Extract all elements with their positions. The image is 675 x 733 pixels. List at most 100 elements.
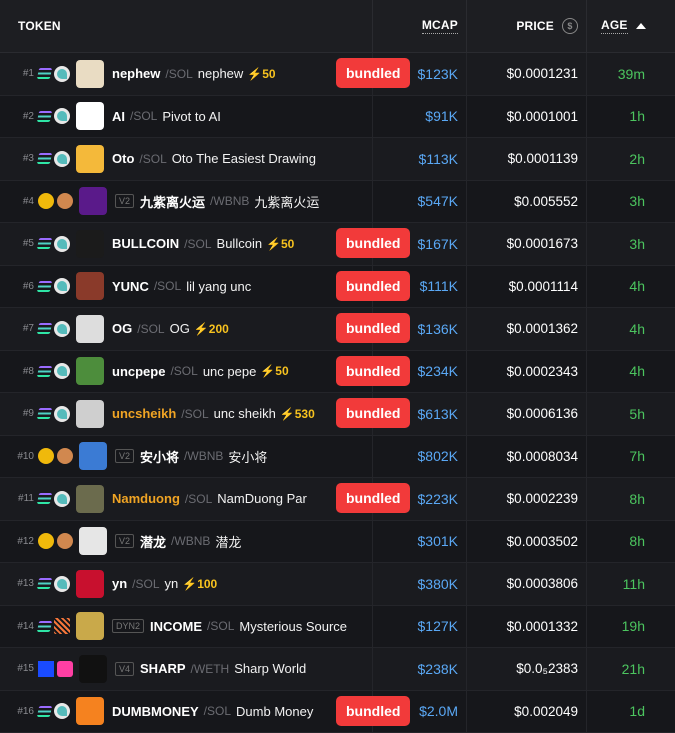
dex-icon [54, 236, 70, 252]
bundled-badge[interactable]: bundled [336, 398, 410, 428]
token-cell[interactable]: #13yn/SOLyn⚡100 [0, 563, 372, 605]
dex-icon [54, 618, 70, 634]
chain-icon [38, 193, 54, 209]
bundled-badge[interactable]: bundled [336, 483, 410, 513]
chain-icon [37, 621, 52, 632]
token-ticker: YUNC [112, 279, 149, 294]
price-cell: $0.0₅2383 [466, 648, 586, 690]
bundled-badge[interactable]: bundled [336, 271, 410, 301]
header-age-label: AGE [601, 18, 628, 34]
token-name: Pivot to AI [162, 109, 221, 124]
token-cell[interactable]: #10V2安小将/WBNB安小将 [0, 436, 372, 478]
token-name: yn [165, 576, 179, 591]
chain-icon [37, 68, 52, 79]
bundled-badge[interactable]: bundled [336, 58, 410, 88]
header-price[interactable]: PRICE $ [466, 0, 586, 52]
token-cell[interactable]: #5BULLCOIN/SOLBullcoin⚡50bundled [0, 223, 372, 265]
age-cell: 3h [586, 223, 675, 265]
token-cell[interactable]: #11Namduong/SOLNamDuong Parbundled [0, 478, 372, 520]
token-name: 潜龙 [215, 532, 241, 551]
token-ticker: 安小将 [140, 447, 179, 466]
token-cell[interactable]: #16DUMBMONEY/SOLDumb Moneybundled [0, 691, 372, 733]
dex-icon [54, 278, 70, 294]
age-cell: 3h [586, 181, 675, 223]
table-row[interactable]: #6YUNC/SOLlil yang uncbundled$111K$0.000… [0, 266, 675, 309]
table-row[interactable]: #2AI/SOLPivot to AI$91K$0.00010011h [0, 96, 675, 139]
token-cell[interactable]: #14DYN2INCOME/SOLMysterious Source [0, 606, 372, 648]
chain-icon [37, 578, 52, 589]
table-row[interactable]: #14DYN2INCOME/SOLMysterious Source$127K$… [0, 606, 675, 649]
table-row[interactable]: #11Namduong/SOLNamDuong Parbundled$223K$… [0, 478, 675, 521]
token-pair: /WBNB [171, 534, 210, 548]
chain-icon [37, 493, 52, 504]
boost-badge: ⚡50 [260, 364, 288, 378]
token-cell[interactable]: #6YUNC/SOLlil yang uncbundled [0, 266, 372, 308]
token-ticker: uncsheikh [112, 406, 176, 421]
bundled-badge[interactable]: bundled [336, 696, 410, 726]
token-cell[interactable]: #12V2潜龙/WBNB潜龙 [0, 521, 372, 563]
sort-ascending-icon[interactable] [636, 23, 646, 29]
table-row[interactable]: #3Oto/SOLOto The Easiest Drawing$113K$0.… [0, 138, 675, 181]
mcap-cell: $547K [372, 181, 466, 223]
token-ticker: DUMBMONEY [112, 704, 199, 719]
header-token[interactable]: TOKEN [0, 0, 372, 52]
age-cell: 7h [586, 436, 675, 478]
table-row[interactable]: #10V2安小将/WBNB安小将$802K$0.00080347h [0, 436, 675, 479]
age-cell: 8h [586, 478, 675, 520]
age-cell: 11h [586, 563, 675, 605]
table-row[interactable]: #7OG/SOLOG⚡200bundled$136K$0.00013624h [0, 308, 675, 351]
price-cell: $0.005552 [466, 181, 586, 223]
table-row[interactable]: #12V2潜龙/WBNB潜龙$301K$0.00035028h [0, 521, 675, 564]
price-cell: $0.0001001 [466, 96, 586, 138]
token-ticker: AI [112, 109, 125, 124]
header-mcap-label: MCAP [422, 18, 458, 34]
token-avatar [76, 145, 104, 173]
token-cell[interactable]: #9uncsheikh/SOLunc sheikh⚡530bundled [0, 393, 372, 435]
rank: #2 [0, 111, 38, 122]
token-pair: /SOL [137, 322, 164, 336]
token-pair: /SOL [132, 577, 159, 591]
token-ticker: 潜龙 [140, 532, 166, 551]
table-row[interactable]: #9uncsheikh/SOLunc sheikh⚡530bundled$613… [0, 393, 675, 436]
token-ticker: INCOME [150, 619, 202, 634]
token-name: 安小将 [228, 447, 267, 466]
token-avatar [76, 485, 104, 513]
token-cell[interactable]: #8uncpepe/SOLunc pepe⚡50bundled [0, 351, 372, 393]
token-pair: /SOL [154, 279, 181, 293]
boost-badge: ⚡200 [194, 322, 229, 336]
dollar-icon[interactable]: $ [562, 18, 578, 34]
token-cell[interactable]: #4V2九紫离火运/WBNB九紫离火运 [0, 181, 372, 223]
header-price-label: PRICE [516, 19, 554, 33]
bundled-badge[interactable]: bundled [336, 228, 410, 258]
token-pair: /SOL [181, 407, 208, 421]
token-avatar [76, 570, 104, 598]
token-cell[interactable]: #1nephew/SOLnephew⚡50bundled [0, 53, 372, 95]
table-row[interactable]: #4V2九紫离火运/WBNB九紫离火运$547K$0.0055523h [0, 181, 675, 224]
token-pair: /WETH [191, 662, 230, 676]
header-mcap[interactable]: MCAP [372, 0, 466, 52]
chain-icon [37, 238, 52, 249]
table-row[interactable]: #13yn/SOLyn⚡100$380K$0.000380611h [0, 563, 675, 606]
token-name: nephew [198, 66, 244, 81]
token-cell[interactable]: #3Oto/SOLOto The Easiest Drawing [0, 138, 372, 180]
price-cell: $0.0001332 [466, 606, 586, 648]
token-ticker: uncpepe [112, 364, 165, 379]
rank: #1 [0, 68, 38, 79]
table-row[interactable]: #8uncpepe/SOLunc pepe⚡50bundled$234K$0.0… [0, 351, 675, 394]
table-row[interactable]: #15V4SHARP/WETHSharp World$238K$0.0₅2383… [0, 648, 675, 691]
token-cell[interactable]: #7OG/SOLOG⚡200bundled [0, 308, 372, 350]
table-row[interactable]: #16DUMBMONEY/SOLDumb Moneybundled$2.0M$0… [0, 691, 675, 733]
token-ticker: BULLCOIN [112, 236, 179, 251]
token-avatar [76, 102, 104, 130]
token-table: TOKEN MCAP PRICE$ AGE #1nephew/SOLnephew… [0, 0, 675, 733]
age-cell: 19h [586, 606, 675, 648]
chain-icon [38, 661, 54, 677]
token-cell[interactable]: #15V4SHARP/WETHSharp World [0, 648, 372, 690]
bundled-badge[interactable]: bundled [336, 313, 410, 343]
table-row[interactable]: #1nephew/SOLnephew⚡50bundled$123K$0.0001… [0, 53, 675, 96]
token-avatar [79, 442, 107, 470]
token-cell[interactable]: #2AI/SOLPivot to AI [0, 96, 372, 138]
table-row[interactable]: #5BULLCOIN/SOLBullcoin⚡50bundled$167K$0.… [0, 223, 675, 266]
header-age[interactable]: AGE [586, 0, 675, 52]
bundled-badge[interactable]: bundled [336, 356, 410, 386]
